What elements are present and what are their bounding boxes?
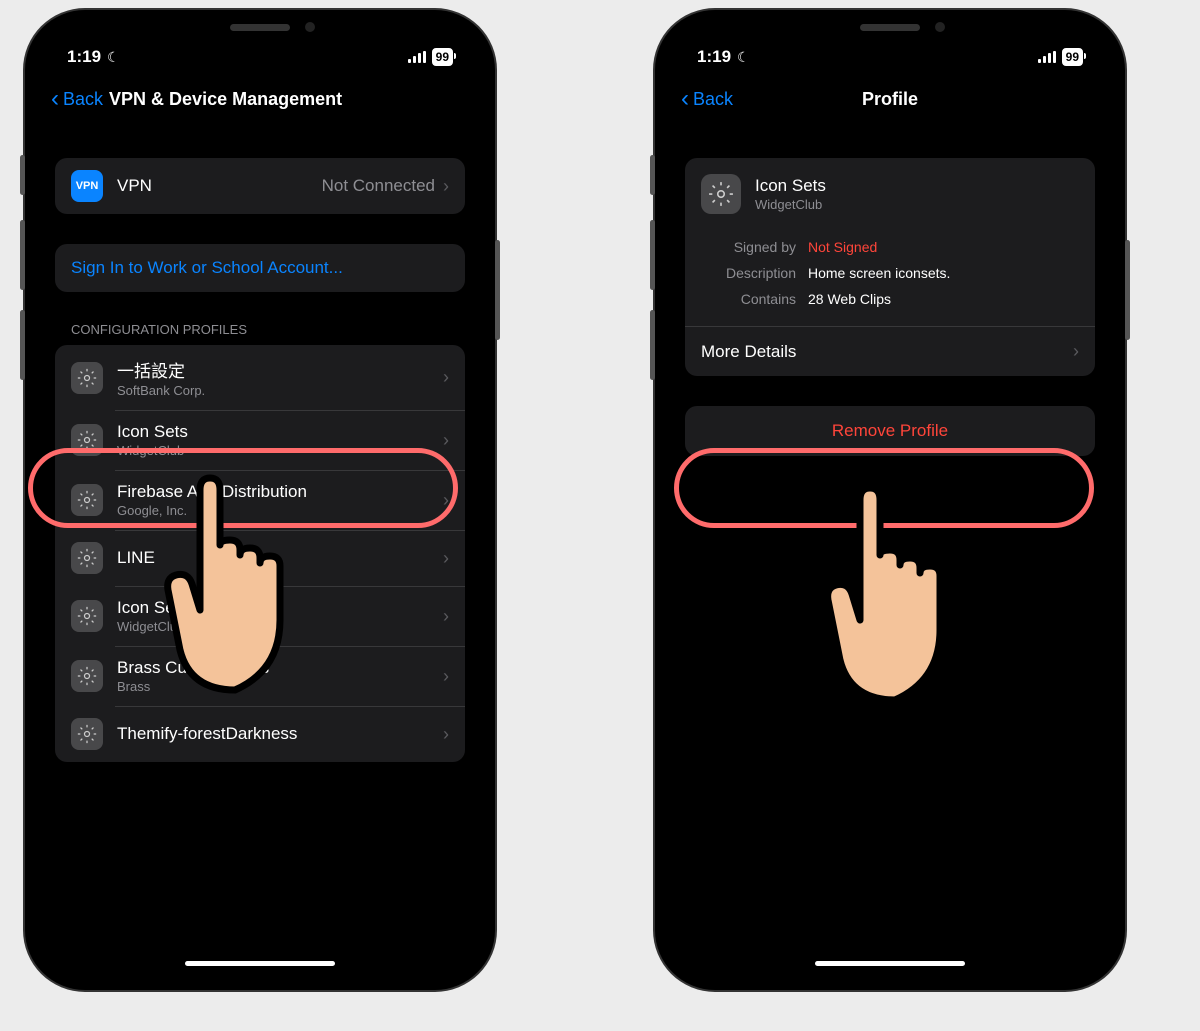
gear-icon	[701, 174, 741, 214]
chevron-right-icon: ›	[443, 724, 449, 745]
profile-title: Firebase App Distribution	[117, 482, 443, 502]
contains-value: 28 Web Clips	[808, 291, 1079, 307]
profile-subtitle: WidgetClub	[117, 619, 443, 634]
status-time: 1:19	[697, 47, 731, 67]
signin-label: Sign In to Work or School Account...	[71, 258, 449, 278]
dnd-moon-icon: ☾	[737, 49, 750, 66]
side-button	[1125, 240, 1130, 340]
gear-icon	[71, 484, 103, 516]
signed-by-value: Not Signed	[808, 239, 1079, 255]
side-button	[495, 240, 500, 340]
chevron-left-icon: ‹	[51, 87, 59, 111]
screen: 1:19 ☾ 99 ‹ Back VPN & Device Management…	[39, 24, 481, 976]
chevron-right-icon: ›	[1073, 341, 1079, 362]
profile-row[interactable]: Icon Sets WidgetClub ›	[55, 586, 465, 646]
vpn-icon: VPN	[71, 170, 103, 202]
profile-title: LINE	[117, 548, 443, 568]
side-button	[650, 155, 655, 195]
chevron-right-icon: ›	[443, 367, 449, 388]
phone-notch	[160, 10, 360, 44]
page-title: Profile	[862, 89, 918, 110]
signal-icon	[1038, 51, 1056, 63]
battery-icon: 99	[432, 48, 453, 66]
home-indicator[interactable]	[815, 961, 965, 966]
back-label: Back	[693, 89, 733, 110]
remove-profile-button[interactable]: Remove Profile	[685, 406, 1095, 456]
more-details-label: More Details	[701, 342, 1073, 362]
signed-by-label: Signed by	[701, 239, 796, 255]
gear-icon	[71, 362, 103, 394]
profile-subtitle: WidgetClub	[117, 443, 443, 458]
chevron-right-icon: ›	[443, 490, 449, 511]
profile-row-icon-sets[interactable]: Icon Sets WidgetClub ›	[55, 410, 465, 470]
profile-subtitle: Google, Inc.	[117, 503, 443, 518]
profile-subtitle: Brass	[117, 679, 443, 694]
profile-title: Themify-forestDarkness	[117, 724, 443, 744]
gear-icon	[71, 542, 103, 574]
chevron-right-icon: ›	[443, 430, 449, 451]
contains-label: Contains	[701, 291, 796, 307]
back-button[interactable]: ‹ Back	[681, 87, 733, 111]
profile-row[interactable]: Brass Custom Icons Brass ›	[55, 646, 465, 706]
more-details-row[interactable]: More Details ›	[685, 326, 1095, 376]
nav-bar: ‹ Back Profile	[669, 74, 1111, 124]
chevron-right-icon: ›	[443, 606, 449, 627]
profile-subtitle: WidgetClub	[755, 197, 1079, 212]
nav-bar: ‹ Back VPN & Device Management	[39, 74, 481, 124]
phone-notch	[790, 10, 990, 44]
status-time: 1:19	[67, 47, 101, 67]
chevron-left-icon: ‹	[681, 87, 689, 111]
back-button[interactable]: ‹ Back	[51, 87, 103, 111]
vpn-label: VPN	[117, 176, 322, 196]
phone-left: 1:19 ☾ 99 ‹ Back VPN & Device Management…	[25, 10, 495, 990]
profile-row[interactable]: Firebase App Distribution Google, Inc. ›	[55, 470, 465, 530]
side-button	[20, 220, 25, 290]
profile-row[interactable]: LINE ›	[55, 530, 465, 586]
signin-row[interactable]: Sign In to Work or School Account...	[55, 244, 465, 292]
profile-title: Icon Sets	[117, 598, 443, 618]
profile-details: Signed by Not Signed Description Home sc…	[685, 230, 1095, 326]
side-button	[20, 155, 25, 195]
side-button	[20, 310, 25, 380]
vpn-row[interactable]: VPN VPN Not Connected ›	[55, 158, 465, 214]
profile-title: Icon Sets	[755, 176, 1079, 196]
gear-icon	[71, 600, 103, 632]
chevron-right-icon: ›	[443, 548, 449, 569]
profile-title: Brass Custom Icons	[117, 658, 443, 678]
chevron-right-icon: ›	[443, 666, 449, 687]
profile-row[interactable]: Themify-forestDarkness ›	[55, 706, 465, 762]
gear-icon	[71, 660, 103, 692]
phone-right: 1:19 ☾ 99 ‹ Back Profile Icon S	[655, 10, 1125, 990]
side-button	[650, 220, 655, 290]
back-label: Back	[63, 89, 103, 110]
profile-subtitle: SoftBank Corp.	[117, 383, 443, 398]
description-label: Description	[701, 265, 796, 281]
signal-icon	[408, 51, 426, 63]
chevron-right-icon: ›	[443, 176, 449, 197]
description-value: Home screen iconsets.	[808, 265, 1079, 281]
page-title: VPN & Device Management	[109, 89, 342, 110]
profile-row[interactable]: 一括設定 SoftBank Corp. ›	[55, 345, 465, 410]
home-indicator[interactable]	[185, 961, 335, 966]
vpn-status: Not Connected	[322, 176, 435, 196]
profile-header: Icon Sets WidgetClub	[685, 158, 1095, 230]
gear-icon	[71, 424, 103, 456]
screen: 1:19 ☾ 99 ‹ Back Profile Icon S	[669, 24, 1111, 976]
battery-icon: 99	[1062, 48, 1083, 66]
side-button	[650, 310, 655, 380]
section-header: CONFIGURATION PROFILES	[55, 322, 465, 345]
profile-title: Icon Sets	[117, 422, 443, 442]
gear-icon	[71, 718, 103, 750]
dnd-moon-icon: ☾	[107, 49, 120, 66]
profile-title: 一括設定	[117, 357, 443, 382]
